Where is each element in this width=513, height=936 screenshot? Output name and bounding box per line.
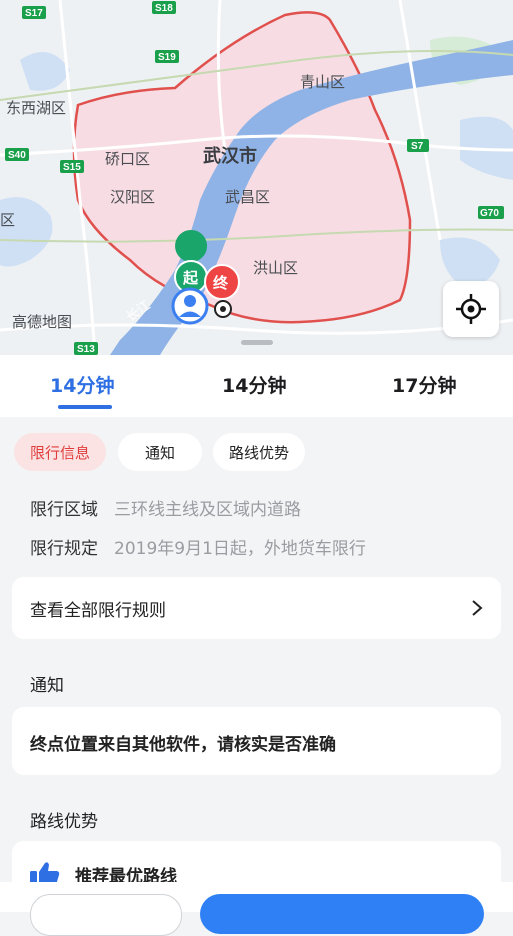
label-hongshan: 洪山区 xyxy=(253,260,298,277)
restriction-area-value: 三环线主线及区域内道路 xyxy=(114,500,301,520)
restriction-area-row: 限行区域 三环线主线及区域内道路 xyxy=(30,495,301,520)
label-dongxihu: 东西湖区 xyxy=(6,100,66,117)
label-gaode: 高德地图 xyxy=(12,313,72,331)
map-canvas[interactable]: S17 S18 S19 S40 S15 S7 G70 S13 青山区 东西湖区 … xyxy=(0,0,513,355)
chip-route-advantage[interactable]: 路线优势 xyxy=(213,433,305,471)
label-wuchang: 武昌区 xyxy=(225,189,270,206)
restriction-area-key: 限行区域 xyxy=(30,500,98,520)
end-marker-label: 终 xyxy=(213,274,229,292)
start-marker-label: 起 xyxy=(182,270,199,287)
shield-s18: S18 xyxy=(155,3,173,14)
view-all-rules-label: 查看全部限行规则 xyxy=(30,601,166,621)
locate-me-button[interactable] xyxy=(443,281,499,337)
shield-s13: S13 xyxy=(77,344,95,355)
shield-s17: S17 xyxy=(25,8,43,19)
map-view[interactable]: S17 S18 S19 S40 S15 S7 G70 S13 青山区 东西湖区 … xyxy=(0,0,513,355)
notice-section-title: 通知 xyxy=(30,676,64,696)
user-location-avatar xyxy=(171,287,209,325)
shield-s19: S19 xyxy=(158,52,176,63)
start-navigation-button[interactable] xyxy=(200,894,484,934)
restriction-rule-value: 2019年9月1日起，外地货车限行 xyxy=(114,539,366,559)
notice-card: 终点位置来自其他软件，请核实是否准确 xyxy=(12,707,501,775)
advantage-section-title: 路线优势 xyxy=(30,812,98,832)
view-all-rules-card[interactable]: 查看全部限行规则 xyxy=(12,577,501,639)
shield-s40: S40 xyxy=(8,150,26,161)
label-hanyang: 汉阳区 xyxy=(110,189,155,206)
secondary-action-button[interactable] xyxy=(30,894,182,936)
label-wuhan: 武汉市 xyxy=(203,145,257,166)
tab-route-2[interactable]: 14分钟 xyxy=(222,371,286,398)
chip-restriction-info[interactable]: 限行信息 xyxy=(14,433,106,471)
chevron-right-icon xyxy=(472,600,483,616)
sheet-drag-handle[interactable] xyxy=(241,340,273,345)
label-qingshan: 青山区 xyxy=(300,74,345,91)
crosshair-icon xyxy=(456,294,486,324)
shield-s15: S15 xyxy=(63,162,81,173)
tab-route-3[interactable]: 17分钟 xyxy=(392,371,456,398)
label-qu-edge: 区 xyxy=(0,212,15,229)
route-detail-sheet: 14分钟 14分钟 17分钟 限行信息 通知 路线优势 限行区域 三环线主线及区域… xyxy=(0,355,513,912)
route-tabs: 14分钟 14分钟 17分钟 xyxy=(0,355,513,417)
notice-message: 终点位置来自其他软件，请核实是否准确 xyxy=(30,735,336,755)
restriction-rule-key: 限行规定 xyxy=(30,539,98,559)
active-tab-indicator xyxy=(58,405,112,409)
shield-g70: G70 xyxy=(480,208,499,219)
label-qiaokou: 硚口区 xyxy=(105,151,150,168)
restriction-rule-row: 限行规定 2019年9月1日起，外地货车限行 xyxy=(30,534,366,559)
tab-route-1[interactable]: 14分钟 xyxy=(50,371,114,398)
chip-notice[interactable]: 通知 xyxy=(118,433,202,471)
shield-s7: S7 xyxy=(411,141,424,152)
